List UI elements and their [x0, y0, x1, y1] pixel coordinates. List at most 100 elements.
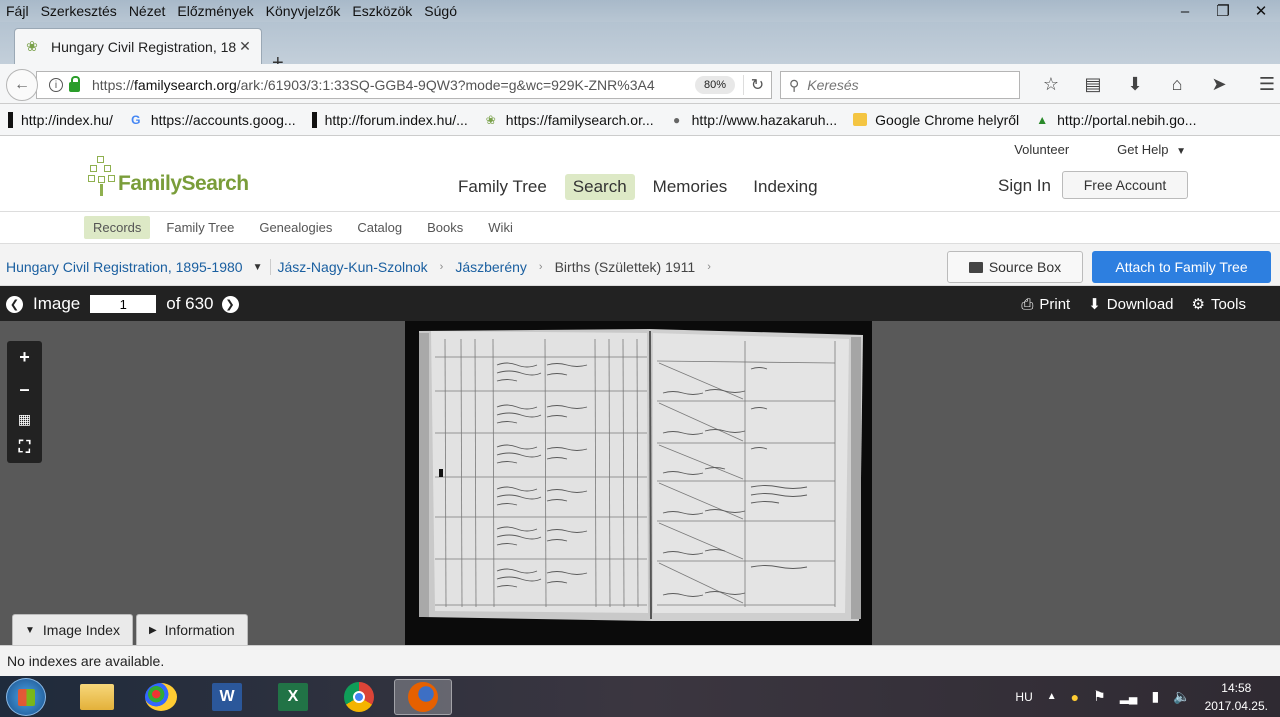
grid-view-icon[interactable]: ▦ [18, 411, 31, 428]
image-count: of 630 [166, 294, 214, 313]
menu-view[interactable]: Nézet [123, 3, 172, 19]
bookmark-familysearch[interactable]: ❀ https://familysearch.or... [484, 112, 654, 128]
info-icon[interactable]: i [49, 78, 63, 92]
familysearch-tree-icon: ❀ [26, 38, 38, 54]
tab-information[interactable]: ▶ Information [135, 614, 248, 645]
start-button-icon[interactable] [6, 678, 46, 716]
close-tab-icon[interactable]: ✕ [237, 38, 253, 55]
home-icon[interactable]: ⌂ [1156, 72, 1198, 96]
restore-icon[interactable]: ❐ [1204, 0, 1242, 22]
bookmark-folder-chrome[interactable]: Google Chrome helyről [853, 112, 1019, 128]
system-clock[interactable]: 14:58 2017.04.25. [1205, 679, 1268, 715]
download-icon[interactable]: ⬇ [1114, 72, 1156, 96]
chrome-icon[interactable] [330, 679, 388, 715]
caret-down-icon[interactable]: ▼ [253, 262, 263, 273]
image-navigator: ❮ Image of 630 ❯ [6, 294, 239, 314]
nav-memories[interactable]: Memories [645, 174, 736, 200]
zoom-controls: + – ▦ ⛶ [7, 341, 42, 463]
volunteer-link[interactable]: Volunteer [1014, 142, 1069, 157]
bookmarks-toolbar: http://index.hu/ Ghttps://accounts.goog.… [0, 104, 1280, 136]
url-bar[interactable]: i https://familysearch.org/ark:/61903/3:… [36, 71, 772, 99]
word-icon[interactable]: W [198, 679, 256, 715]
flag-icon[interactable]: ⚑ [1093, 688, 1106, 705]
next-image-icon[interactable]: ❯ [221, 295, 239, 313]
index-icon [8, 111, 13, 128]
paint-icon[interactable] [132, 679, 190, 715]
bookmark-google-accounts[interactable]: Ghttps://accounts.goog... [129, 112, 295, 128]
pocket-icon[interactable]: ➤ [1198, 72, 1240, 96]
menu-history[interactable]: Előzmények [171, 3, 259, 19]
url-text[interactable]: https://familysearch.org/ark:/61903/3:1:… [92, 77, 695, 93]
image-viewer[interactable]: + – ▦ ⛶ ▼ Image Index ▶ Information [0, 321, 1280, 645]
printer-icon: ⎙ [1021, 295, 1034, 313]
nav-indexing[interactable]: Indexing [745, 174, 825, 200]
nav-family-tree[interactable]: Family Tree [450, 174, 555, 200]
sign-in-link[interactable]: Sign In [998, 176, 1051, 196]
chevron-up-icon[interactable]: ▲ [1047, 691, 1057, 702]
window-controls: – ❐ ✕ [1166, 0, 1280, 22]
close-window-icon[interactable]: ✕ [1242, 0, 1280, 22]
logo-text: FamilySearch [118, 172, 249, 195]
menu-edit[interactable]: Szerkesztés [35, 3, 123, 19]
source-box-button[interactable]: Source Box [947, 251, 1083, 283]
record-image[interactable] [405, 321, 872, 645]
subnav-wiki[interactable]: Wiki [479, 216, 522, 239]
subnav-records[interactable]: Records [84, 216, 151, 239]
star-icon[interactable]: ☆ [1030, 72, 1072, 96]
nav-search[interactable]: Search [564, 174, 635, 200]
bookmark-index[interactable]: http://index.hu/ [8, 111, 113, 128]
tab-title: Hungary Civil Registration, 18 [51, 38, 237, 55]
print-button[interactable]: ⎙ Print [1021, 295, 1070, 313]
excel-icon[interactable]: X [264, 679, 322, 715]
zoom-out-icon[interactable]: – [19, 379, 29, 400]
breadcrumb-county[interactable]: Jász-Nagy-Kun-Szolnok [270, 259, 428, 275]
search-bar[interactable]: ⚲ [780, 71, 1020, 99]
menu-bookmarks[interactable]: Könyvjelzők [260, 3, 347, 19]
tools-button[interactable]: ⚙ Tools [1192, 295, 1246, 314]
battery-icon[interactable]: ▮ [1151, 688, 1159, 705]
subnav-genealogies[interactable]: Genealogies [250, 216, 341, 239]
back-button[interactable]: ← [6, 69, 38, 101]
familysearch-logo[interactable]: FamilySearch [88, 156, 249, 196]
reading-list-icon[interactable]: ▤ [1072, 72, 1114, 96]
chevron-right-icon: › [439, 261, 444, 273]
firefox-icon[interactable] [394, 679, 452, 715]
previous-image-icon[interactable]: ❮ [6, 295, 23, 313]
hamburger-menu-icon[interactable]: ☰ [1246, 72, 1280, 96]
subnav-catalog[interactable]: Catalog [348, 216, 411, 239]
tab-image-index[interactable]: ▼ Image Index [12, 614, 133, 645]
browser-tab[interactable]: ❀ Hungary Civil Registration, 18 ✕ [14, 28, 262, 64]
zoom-level[interactable]: 80% [695, 76, 735, 94]
breadcrumb-collection[interactable]: Hungary Civil Registration, 1895-1980 [6, 259, 243, 275]
file-explorer-icon[interactable] [68, 679, 126, 715]
menu-help[interactable]: Súgó [418, 3, 463, 19]
language-indicator[interactable]: HU [1015, 690, 1032, 704]
volume-icon[interactable]: 🔈 [1173, 688, 1190, 705]
source-box-icon [968, 261, 983, 273]
fullscreen-icon[interactable]: ⛶ [19, 439, 30, 457]
breadcrumb-town[interactable]: Jászberény [455, 259, 527, 275]
paint-tray-icon[interactable]: ● [1071, 689, 1079, 705]
attach-to-family-tree-button[interactable]: Attach to Family Tree [1092, 251, 1271, 283]
get-help-link[interactable]: Get Help ▼ [1093, 142, 1186, 157]
bookmark-hazakaruh[interactable]: ● http://www.hazakaruh... [670, 112, 837, 128]
menu-file[interactable]: Fájl [0, 3, 35, 19]
chevron-right-icon: › [538, 261, 543, 273]
zoom-in-icon[interactable]: + [19, 347, 30, 368]
free-account-button[interactable]: Free Account [1062, 171, 1188, 199]
minimize-icon[interactable]: – [1166, 0, 1204, 22]
subnav-family-tree[interactable]: Family Tree [157, 216, 243, 239]
reload-icon[interactable]: ↻ [743, 75, 771, 95]
bookmark-nebih[interactable]: ▲ http://portal.nebih.go... [1035, 112, 1196, 128]
subnav-books[interactable]: Books [418, 216, 472, 239]
search-input[interactable] [807, 77, 1008, 93]
search-icon: ⚲ [789, 76, 800, 93]
navigation-bar: i https://familysearch.org/ark:/61903/3:… [0, 64, 1280, 104]
network-icon[interactable]: ▂▄ [1120, 690, 1138, 704]
download-button[interactable]: ⬇ Download [1088, 295, 1173, 314]
image-index-panel: No indexes are available. [0, 645, 1280, 676]
bookmark-forum-index[interactable]: http://forum.index.hu/... [311, 111, 468, 128]
image-number-input[interactable] [90, 295, 157, 313]
menu-tools[interactable]: Eszközök [346, 3, 418, 19]
nebih-icon: ▲ [1036, 112, 1049, 127]
